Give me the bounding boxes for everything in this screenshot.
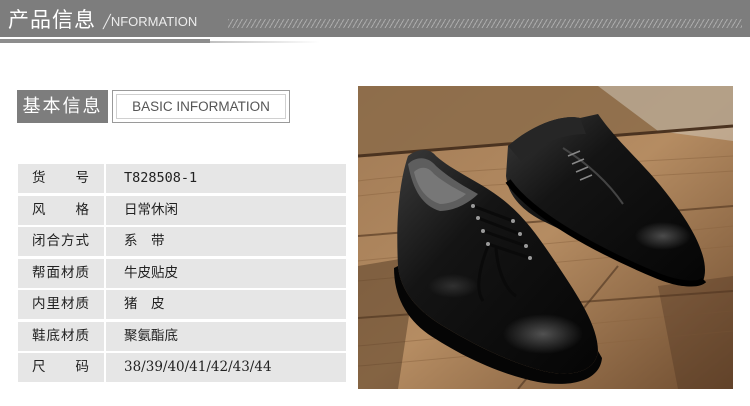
spec-row: 内里材质 猪 皮	[18, 290, 346, 319]
spec-label: 帮面材质	[32, 264, 89, 281]
spec-value: 38/39/40/41/42/43/44	[124, 359, 272, 375]
shoe-illustration	[358, 86, 733, 389]
spec-divider	[104, 258, 106, 288]
spec-row: 鞋底材质 聚氨酯底	[18, 321, 346, 351]
section-title: 基本信息	[17, 90, 108, 123]
banner-title: 产品信息	[8, 8, 96, 32]
spec-divider	[104, 290, 106, 319]
spec-label: 尺码	[32, 359, 89, 375]
product-photo	[358, 86, 733, 389]
spec-value: 日常休闲	[124, 201, 178, 218]
spec-divider	[104, 353, 106, 382]
spec-divider	[104, 164, 106, 193]
spec-value: 聚氨酯底	[124, 327, 178, 344]
spec-table: 货号 T828508-1 风格 日常休闲 闭合方式 系 带 帮面材质 牛皮贴皮 …	[18, 164, 346, 385]
spec-divider	[104, 227, 106, 256]
spec-row: 帮面材质 牛皮贴皮	[18, 258, 346, 288]
section-subtitle-box: BASIC INFORMATION	[112, 90, 290, 123]
spec-value: T828508-1	[124, 170, 198, 186]
spec-label: 鞋底材质	[32, 327, 89, 344]
spec-label: 闭合方式	[32, 233, 89, 249]
banner-hatch-decoration	[228, 19, 742, 28]
banner-accent-bar	[0, 39, 210, 43]
spec-row: 闭合方式 系 带	[18, 227, 346, 256]
spec-divider	[104, 195, 106, 225]
header-banner: 产品信息 ╱NFORMATION	[0, 0, 750, 37]
spec-value: 系 带	[124, 233, 165, 249]
spec-value: 牛皮贴皮	[124, 264, 178, 281]
spec-divider	[104, 321, 106, 351]
spec-label: 内里材质	[32, 296, 89, 312]
spec-row: 货号 T828508-1	[18, 164, 346, 193]
banner-subtitle: ╱NFORMATION	[103, 14, 198, 29]
spec-label: 风格	[32, 201, 89, 218]
spec-row: 风格 日常休闲	[18, 195, 346, 225]
section-subtitle: BASIC INFORMATION	[116, 94, 286, 119]
spec-label: 货号	[32, 170, 89, 186]
spec-row: 尺码 38/39/40/41/42/43/44	[18, 353, 346, 382]
banner-accent-line	[210, 41, 320, 43]
spec-value: 猪 皮	[124, 296, 165, 312]
